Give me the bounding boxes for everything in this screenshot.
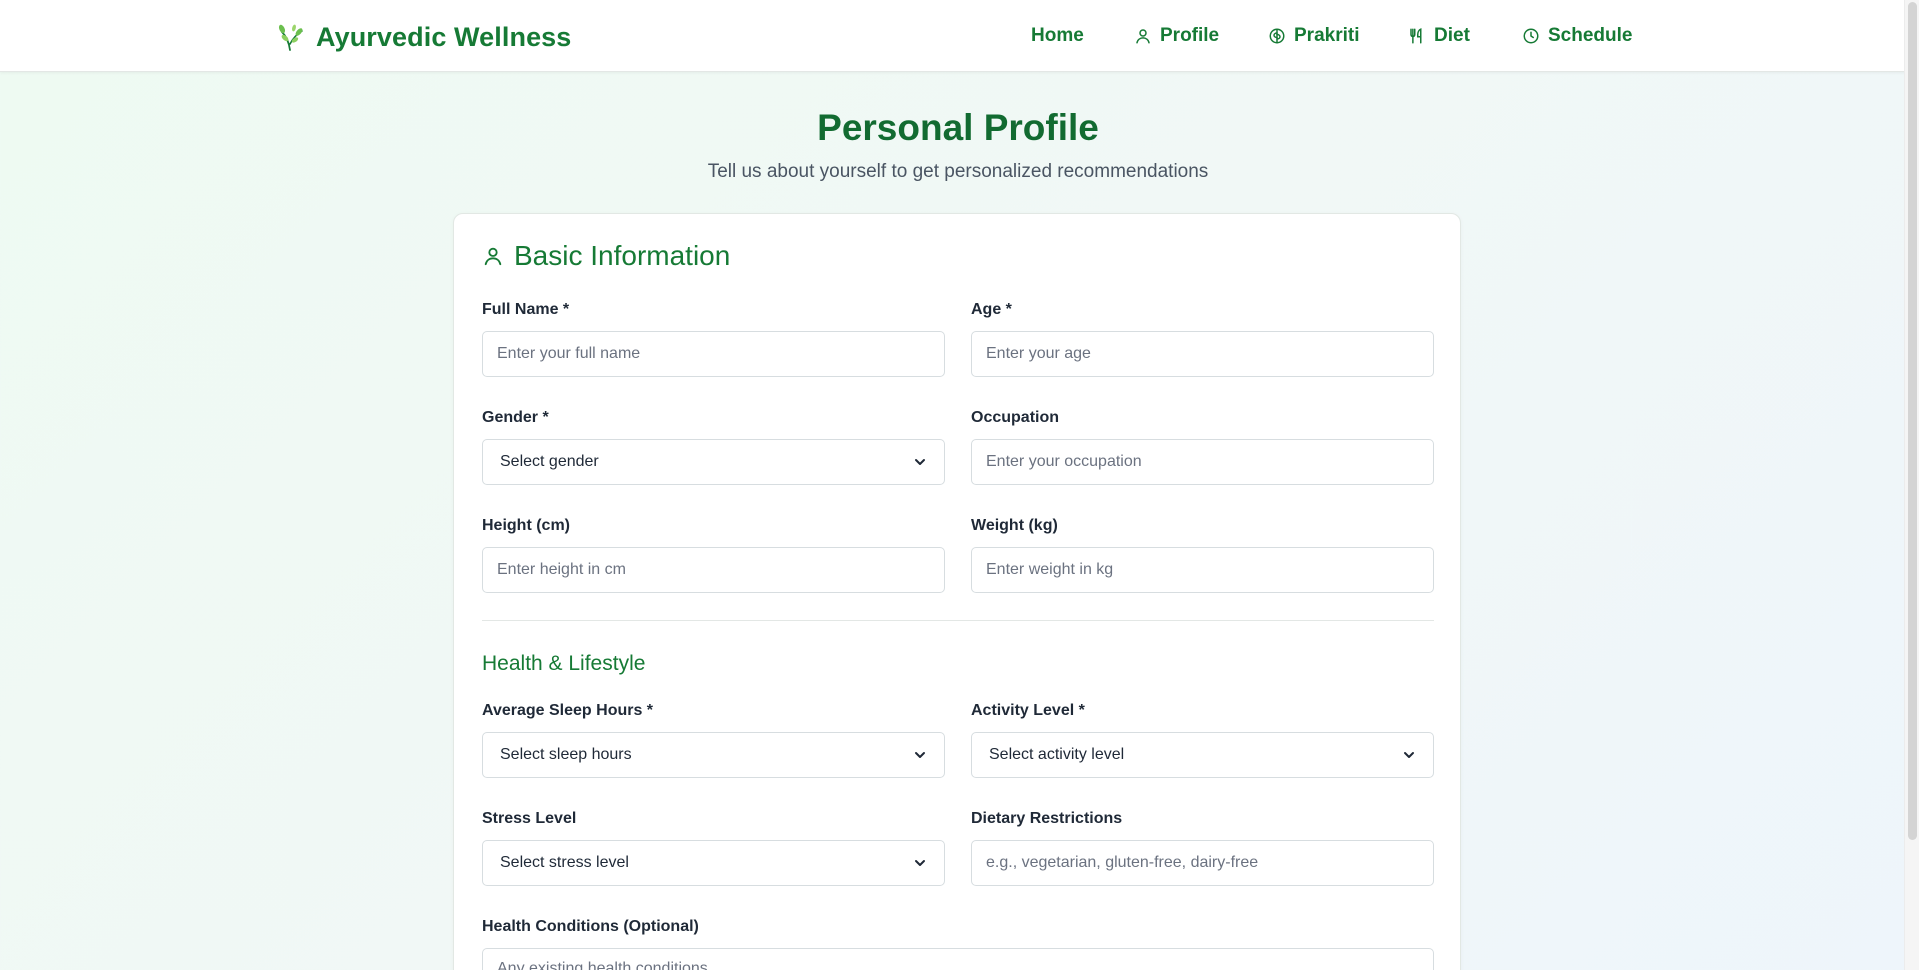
stress-label: Stress Level <box>482 810 577 827</box>
sleep-value: Select sleep hours <box>500 746 632 763</box>
brain-icon <box>1269 28 1285 44</box>
nav-profile[interactable]: Profile <box>1134 22 1219 50</box>
dietary-placeholder: e.g., vegetarian, gluten-free, dairy-fre… <box>986 854 1259 871</box>
top-header: Ayurvedic Wellness Home Profile Prakriti… <box>0 0 1916 72</box>
nav-schedule[interactable]: Schedule <box>1522 22 1632 50</box>
page-title: Personal Profile <box>817 107 1099 148</box>
profile-form-card: Basic Information Full Name * Enter your… <box>453 213 1461 970</box>
conditions-label: Health Conditions (Optional) <box>482 918 699 935</box>
chevron-down-icon <box>1404 752 1414 758</box>
activity-value: Select activity level <box>989 746 1125 763</box>
page-scrollbar[interactable] <box>1904 0 1919 970</box>
weight-input[interactable]: Enter weight in kg <box>971 547 1434 593</box>
section-divider <box>482 620 1434 621</box>
dietary-label: Dietary Restrictions <box>971 810 1123 827</box>
stress-select[interactable]: Select stress level <box>482 840 945 886</box>
dietary-input[interactable]: e.g., vegetarian, gluten-free, dairy-fre… <box>971 840 1434 886</box>
chevron-down-icon <box>915 752 925 758</box>
height-label: Height (cm) <box>482 517 570 534</box>
health-lifestyle-heading: Health & Lifestyle <box>482 652 646 675</box>
occupation-input[interactable]: Enter your occupation <box>971 439 1434 485</box>
scrollbar-thumb[interactable] <box>1908 2 1917 840</box>
gender-label: Gender * <box>482 409 549 426</box>
basic-info-title: Basic Information <box>514 240 731 271</box>
nav-diet[interactable]: Diet <box>1408 22 1470 50</box>
conditions-placeholder: Any existing health conditions <box>497 960 708 970</box>
weight-placeholder: Enter weight in kg <box>986 561 1114 578</box>
nav-diet-label: Diet <box>1434 25 1470 46</box>
full-name-input[interactable]: Enter your full name <box>482 331 945 377</box>
gender-value: Select gender <box>500 453 599 470</box>
activity-label: Activity Level * <box>971 702 1085 719</box>
basic-info-heading: Basic Information <box>482 240 730 272</box>
nav-profile-label: Profile <box>1160 25 1220 46</box>
user-icon <box>1136 29 1150 44</box>
conditions-textarea[interactable]: Any existing health conditions <box>482 948 1434 970</box>
utensils-icon <box>1410 28 1422 44</box>
page-subtitle: Tell us about yourself to get personaliz… <box>707 161 1209 182</box>
nav-schedule-label: Schedule <box>1548 25 1633 46</box>
nav-prakriti-label: Prakriti <box>1294 25 1360 46</box>
full-name-placeholder: Enter your full name <box>497 345 641 362</box>
chevron-down-icon <box>915 860 925 866</box>
age-label: Age * <box>971 301 1012 318</box>
stress-value: Select stress level <box>500 854 629 871</box>
age-placeholder: Enter your age <box>986 345 1091 362</box>
activity-select[interactable]: Select activity level <box>971 732 1434 778</box>
user-icon <box>484 247 502 266</box>
gender-select[interactable]: Select gender <box>482 439 945 485</box>
leaf-icon <box>278 24 303 51</box>
full-name-label: Full Name * <box>482 301 570 318</box>
chevron-down-icon <box>915 459 925 465</box>
occupation-label: Occupation <box>971 409 1060 426</box>
clock-icon <box>1523 28 1539 44</box>
nav-home[interactable]: Home <box>1031 22 1084 50</box>
nav-home-label: Home <box>1031 25 1084 46</box>
height-input[interactable]: Enter height in cm <box>482 547 945 593</box>
age-input[interactable]: Enter your age <box>971 331 1434 377</box>
brand-logo[interactable]: Ayurvedic Wellness <box>278 20 571 54</box>
occupation-placeholder: Enter your occupation <box>986 453 1142 470</box>
brand-name: Ayurvedic Wellness <box>316 21 572 52</box>
height-placeholder: Enter height in cm <box>497 561 626 578</box>
sleep-label: Average Sleep Hours * <box>482 702 654 719</box>
sleep-select[interactable]: Select sleep hours <box>482 732 945 778</box>
weight-label: Weight (kg) <box>971 517 1058 534</box>
nav-prakriti[interactable]: Prakriti <box>1268 22 1359 50</box>
